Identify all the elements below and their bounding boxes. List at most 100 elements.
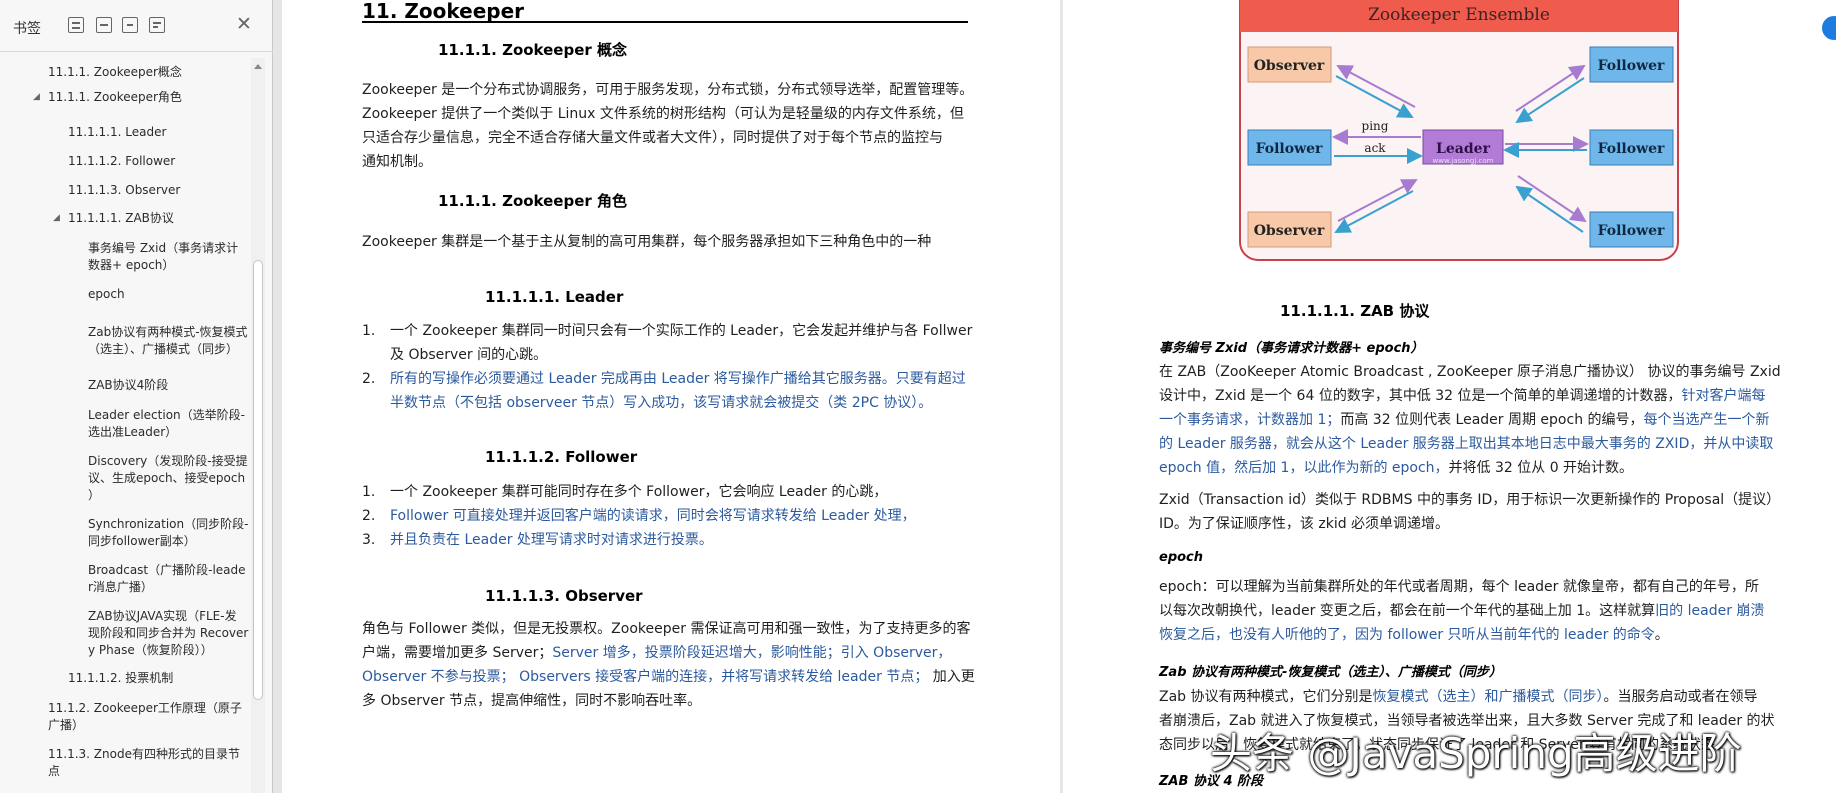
scrollbar-thumb[interactable] — [253, 260, 263, 700]
bookmark-sidebar: 书签 ✕ 11.1.1. Zookeeper概念 ◢ 11.1.1. Zooke… — [0, 0, 273, 793]
paragraph-line: 只适合存少量信息，完全不适合存储大量文件或者大文件），同时提供了对于每个节点的监… — [362, 130, 943, 146]
bookmark-item[interactable]: 广播） — [48, 717, 84, 734]
bookmark-item[interactable]: 同步follower副本） — [88, 533, 196, 550]
topic-heading: Zab 协议有两种模式-恢复模式（选主）、广播模式（同步） — [1159, 665, 1502, 680]
paragraph-line: Observer 不参与投票； Observers 接受客户端的连接，并将写请求… — [362, 665, 975, 689]
subsection-heading: 11.1.1.2. Follower — [485, 448, 638, 466]
text-run-highlight: epoch 值，然后加 1，以此作为新的 epoch， — [1159, 460, 1449, 476]
list-item: 一个 Zookeeper 集群可能同时存在多个 Follower，它会响应 Le… — [390, 484, 888, 500]
paragraph-line: Zookeeper 提供了一个类似于 Linux 文件系统的树形结构（可认为是轻… — [362, 106, 964, 122]
observer-label: Observer — [1254, 58, 1325, 74]
bookmark-item[interactable]: 点 — [48, 763, 60, 780]
follower-label: Follower — [1598, 141, 1665, 157]
paragraph-line: 户端，需要增加更多 Server；Server 增多，投票阶段延迟增大，影响性能… — [362, 641, 951, 665]
text-run-highlight: Server 增多，投票阶段延迟增大，影响性能；引入 Observer， — [552, 645, 952, 661]
list-item: 一个 Zookeeper 集群同一时间只会有一个实际工作的 Leader，它会发… — [390, 323, 973, 339]
text-run: 户端，需要增加更多 Server； — [362, 645, 553, 661]
bookmark-item[interactable]: 11.1.1. Zookeeper概念 — [48, 64, 182, 81]
text-run-highlight: 针对客户端每 — [1681, 388, 1766, 404]
paragraph-line: 在 ZAB（ZooKeeper Atomic Broadcast , ZooKe… — [1159, 364, 1781, 380]
bookmark-item[interactable]: ） — [88, 487, 100, 504]
text-run: 并将低 32 位从 0 开始计数。 — [1448, 460, 1634, 476]
text-run: 以每次改朝换代，leader 变更之后，都会在前一个年代的基础上加 1。这样就算 — [1159, 603, 1656, 619]
bookmark-item[interactable]: Synchronization（同步阶段- — [88, 516, 248, 533]
text-run-highlight: 恢复模式（选主）和广播模式（同步） — [1372, 689, 1604, 705]
bookmark-item[interactable]: ZAB协议4阶段 — [88, 377, 168, 394]
close-icon[interactable]: ✕ — [236, 14, 252, 34]
bookmark-item[interactable]: Zab协议有两种模式-恢复模式 — [88, 324, 248, 341]
bookmark-item[interactable]: r消息广播） — [88, 579, 153, 596]
text-run-highlight: 一个事务请求，计数器加 1； — [1159, 412, 1341, 428]
list-item: 并且负责在 Leader 处理写请求时对请求进行投票。 — [390, 532, 713, 548]
paragraph-line: 的 Leader 服务器，就会从这个 Leader 服务器上取出其本地日志中最大… — [1159, 436, 1774, 452]
bookmark-item[interactable]: y Phase（恢复阶段）） — [88, 642, 213, 659]
bookmark-item[interactable]: 11.1.2. Zookeeper工作原理（原子 — [48, 700, 242, 717]
bookmark-item[interactable]: 11.1.1. Zookeeper角色 — [48, 89, 182, 106]
bookmark-item[interactable]: Leader election（选举阶段- — [88, 407, 245, 424]
sidebar-title: 书签 — [13, 21, 41, 37]
diagram-title: Zookeeper Ensemble — [1368, 5, 1550, 25]
paragraph-line: 设计中，Zxid 是一个 64 位的数字，其中低 32 位是一个简单的单调递增的… — [1159, 384, 1766, 408]
text-run: 设计中，Zxid 是一个 64 位的数字，其中低 32 位是一个简单的单调递增的… — [1159, 388, 1682, 404]
bookmark-item[interactable]: 11.1.1.1. Leader — [68, 124, 166, 141]
expand-all-icon[interactable] — [68, 17, 84, 33]
section-heading: 11.1.1. Zookeeper 角色 — [438, 192, 628, 210]
paragraph-line: Zab 协议有两种模式，它们分别是恢复模式（选主）和广播模式（同步）。当服务启动… — [1159, 685, 1758, 709]
bookmark-item[interactable]: 事务编号 Zxid（事务请求计 — [88, 240, 238, 257]
bookmark-item[interactable]: 现阶段和同步合并为 Recover — [88, 625, 248, 642]
text-run-highlight: 恢复之后，也没有人听他的了，因为 follower 只听从当前年代的 leade… — [1159, 627, 1655, 643]
bookmark-item[interactable]: 选出准Leader） — [88, 424, 177, 441]
bookmark-item[interactable]: 11.1.1.2. 投票机制 — [68, 670, 173, 687]
list-item: 半数节点（不包括 observeer 节点）写入成功，该写请求就会被提交（类 2… — [390, 395, 933, 411]
zookeeper-ensemble-diagram: Zookeeper Ensemble Leader www.jasongj.co… — [1239, 0, 1679, 261]
paragraph-line: epoch 值，然后加 1，以此作为新的 epoch，并将低 32 位从 0 开… — [1159, 456, 1633, 480]
caret-down-icon[interactable]: ◢ — [53, 213, 60, 223]
list-number: 1. — [362, 484, 376, 500]
site-label: www.jasongj.com — [1433, 157, 1494, 165]
subsection-heading: 11.1.1.3. Observer — [485, 587, 643, 605]
document-page-right: Zookeeper Ensemble Leader www.jasongj.co… — [1063, 0, 1836, 793]
bookmark-item[interactable]: ZAB协议JAVA实现（FLE-发 — [88, 608, 237, 625]
text-run: 。 — [1654, 627, 1669, 643]
text-run: 加入更 — [928, 669, 975, 685]
follower-label: Follower — [1598, 58, 1665, 74]
paragraph-line: 恢复之后，也没有人听他的了，因为 follower 只听从当前年代的 leade… — [1159, 623, 1669, 647]
text-run: 。当服务启动或者在领导 — [1603, 689, 1758, 705]
follower-label: Follower — [1598, 223, 1665, 239]
paragraph-line: ID。为了保证顺序性，该 zkid 必须单调递增。 — [1159, 516, 1450, 532]
chapter-heading: 11. Zookeeper — [362, 0, 525, 23]
subsection-heading: 11.1.1.1. Leader — [485, 288, 624, 306]
bookmark-item[interactable]: 议、生成epoch、接受epoch — [88, 470, 245, 487]
bookmark-item[interactable]: Discovery（发现阶段-接受提 — [88, 453, 248, 470]
bookmark-item[interactable]: （选主）、广播模式（同步） — [88, 341, 238, 358]
collapse-all-icon[interactable] — [96, 17, 112, 33]
text-run-highlight: 每个当选产生一个新 — [1643, 412, 1770, 428]
bookmark-item[interactable]: 11.1.3. Znode有四种形式的目录节 — [48, 746, 240, 763]
bookmark-item[interactable]: 11.1.1.2. Follower — [68, 153, 175, 170]
document-page-left: 11. Zookeeper 11.1.1. Zookeeper 概念 Zooke… — [282, 0, 1060, 793]
scroll-up-icon[interactable] — [254, 64, 262, 69]
text-run-highlight: Observer 不参与投票； Observers 接受客户端的连接，并将写请求… — [362, 669, 929, 685]
bookmark-options-icon[interactable] — [149, 17, 165, 33]
text-run: Zab 协议有两种模式，它们分别是 — [1159, 689, 1373, 705]
paragraph-line: 一个事务请求，计数器加 1；而高 32 位则代表 Leader 周期 epoch… — [1159, 408, 1770, 432]
bookmark-item[interactable]: 11.1.1.3. Observer — [68, 182, 180, 199]
add-bookmark-icon[interactable] — [122, 17, 138, 33]
paragraph-line: epoch：可以理解为当前集群所处的年代或者周期，每个 leader 就像皇帝，… — [1159, 579, 1759, 595]
paragraph-line: 角色与 Follower 类似，但是无投票权。Zookeeper 需保证高可用和… — [362, 621, 971, 637]
sidebar-scrollbar[interactable] — [251, 58, 265, 793]
list-item: 所有的写操作必须要通过 Leader 完成再由 Leader 将写操作广播给其它… — [390, 371, 966, 387]
follower-label: Follower — [1256, 141, 1323, 157]
paragraph-line: 通知机制。 — [362, 154, 432, 170]
subsection-heading: 11.1.1.1. ZAB 协议 — [1280, 302, 1430, 320]
observer-label: Observer — [1254, 223, 1325, 239]
paragraph-line: Zookeeper 集群是一个基于主从复制的高可用集群，每个服务器承担如下三种角… — [362, 234, 932, 250]
sidebar-header: 书签 ✕ — [0, 0, 273, 52]
bookmark-item[interactable]: Broadcast（广播阶段-leade — [88, 562, 246, 579]
bookmark-item[interactable]: 11.1.1.1. ZAB协议 — [68, 210, 174, 227]
bookmark-item[interactable]: epoch — [88, 286, 125, 303]
list-item: Follower 可直接处理并返回客户端的读请求，同时会将写请求转发给 Lead… — [390, 508, 916, 524]
paragraph-line: Zxid（Transaction id）类似于 RDBMS 中的事务 ID，用于… — [1159, 492, 1781, 508]
caret-down-icon[interactable]: ◢ — [33, 92, 40, 102]
bookmark-item[interactable]: 数器+ epoch） — [88, 257, 174, 274]
